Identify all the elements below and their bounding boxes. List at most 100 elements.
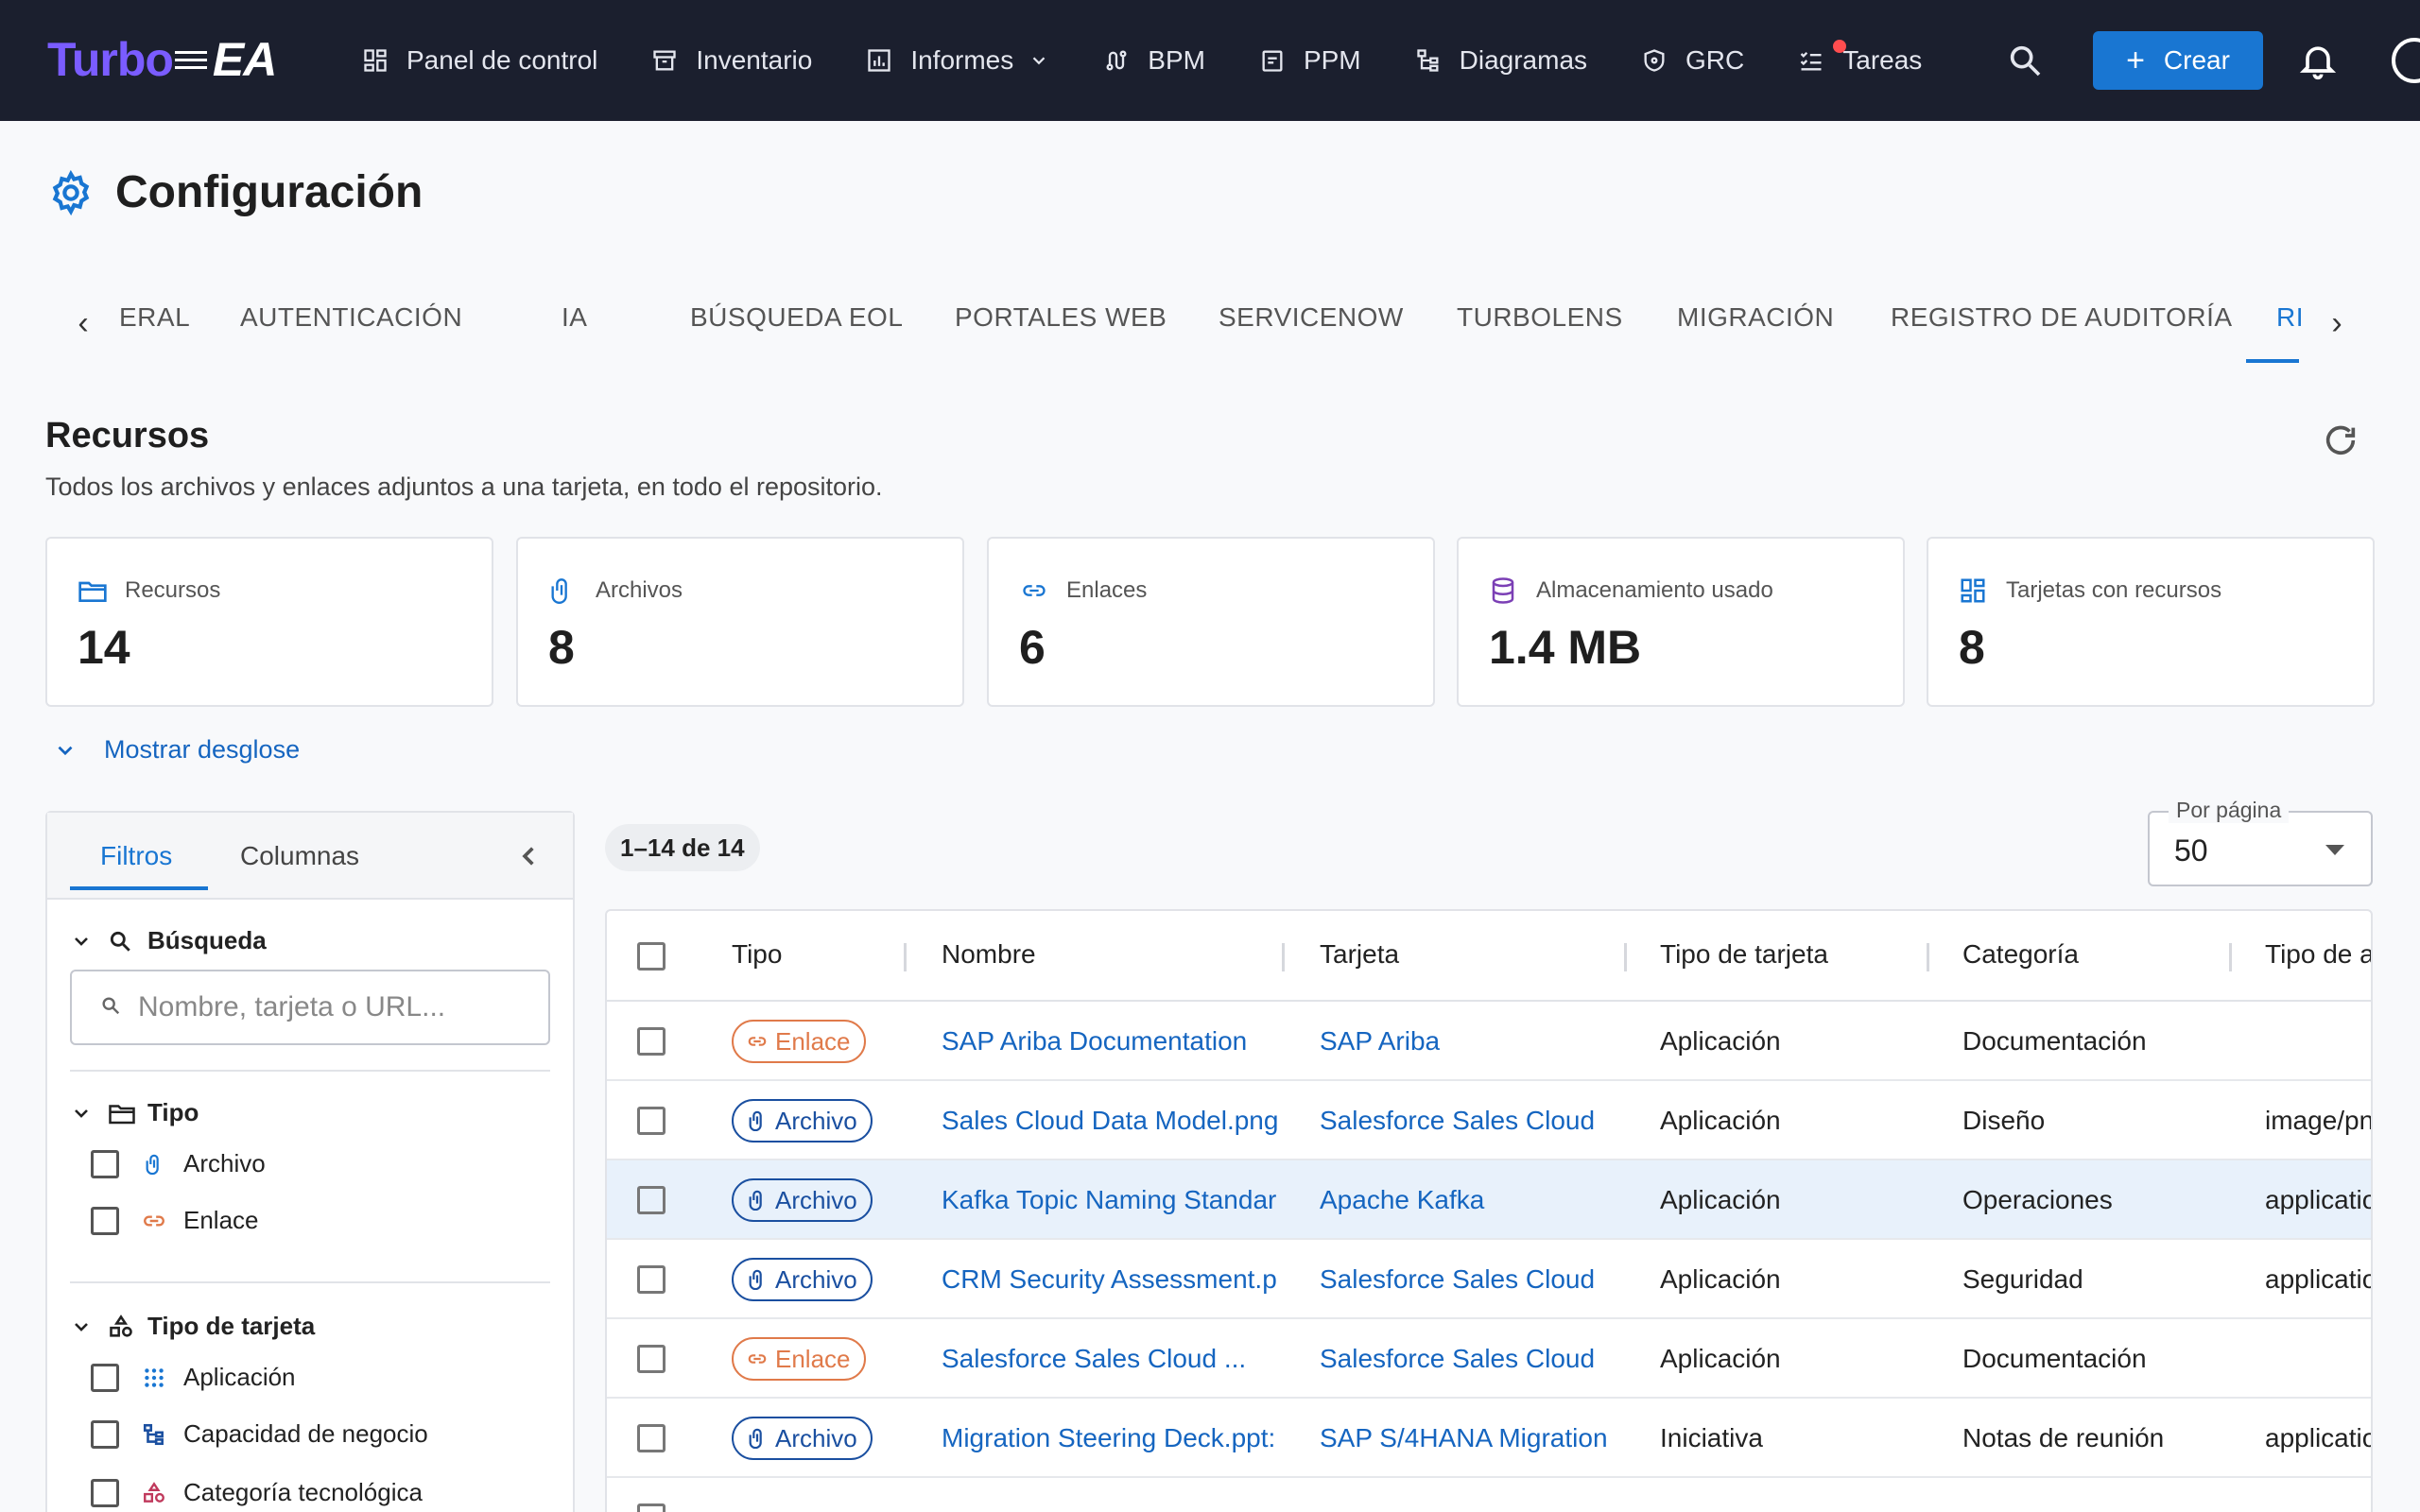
column-resize-handle[interactable]: [1282, 943, 1285, 971]
column-header-tipo-de-archivo[interactable]: Tipo de a: [2265, 939, 2371, 970]
create-button[interactable]: + Crear: [2093, 31, 2263, 90]
mime-cell: applicatio: [2265, 1264, 2373, 1294]
tab-autenticacion[interactable]: AUTENTICACIÓN: [240, 302, 462, 333]
resource-name-link[interactable]: CRM Security Assessment.p: [942, 1240, 1282, 1319]
tab-general[interactable]: ERAL: [119, 302, 190, 333]
table-row[interactable]: Archivo CRM Security Assessment.p Salesf…: [607, 1240, 2371, 1319]
search-field[interactable]: [70, 970, 550, 1045]
hierarchy-icon: [1414, 46, 1443, 75]
tab-turbolens[interactable]: TURBOLENS: [1457, 302, 1623, 333]
stat-value: 8: [1959, 621, 1985, 674]
checkbox[interactable]: [91, 1206, 119, 1235]
resource-name-link[interactable]: Salesforce Sales Cloud ...: [942, 1319, 1282, 1399]
table-row[interactable]: [607, 1478, 2371, 1512]
search-input[interactable]: [138, 991, 516, 1023]
per-page-select[interactable]: Por página 50: [2148, 798, 2373, 886]
tab-registro-de-auditoria[interactable]: REGISTRO DE AUDITORÍA: [1891, 302, 2233, 333]
card-link[interactable]: SAP Ariba: [1320, 1002, 1622, 1081]
stat-label: Recursos: [125, 577, 221, 603]
type-section-header[interactable]: Tipo: [70, 1098, 199, 1127]
card-link[interactable]: Apache Kafka: [1320, 1160, 1622, 1240]
resource-name-link[interactable]: SAP Ariba Documentation: [942, 1002, 1282, 1081]
select-all-checkbox[interactable]: [637, 942, 666, 971]
card-link[interactable]: Salesforce Sales Cloud: [1320, 1319, 1622, 1399]
active-tab-indicator: [70, 886, 208, 890]
table-row[interactable]: Archivo Kafka Topic Naming Standar Apach…: [607, 1160, 2371, 1240]
nav-panel-de-control[interactable]: Panel de control: [361, 45, 597, 76]
logo-text-turbo: Turbo: [47, 33, 174, 86]
column-resize-handle[interactable]: [1927, 943, 1929, 971]
refresh-icon[interactable]: [2322, 421, 2360, 459]
row-checkbox[interactable]: [637, 1503, 666, 1512]
tab-columnas[interactable]: Columnas: [240, 841, 359, 871]
app-logo[interactable]: Turbo EA: [47, 32, 277, 87]
card-link[interactable]: SAP S/4HANA Migration: [1320, 1399, 1622, 1478]
table-row[interactable]: Archivo Sales Cloud Data Model.png Sales…: [607, 1081, 2371, 1160]
stat-label: Tarjetas con recursos: [2006, 577, 2222, 603]
tabs-scroll-left-icon[interactable]: ‹: [64, 304, 102, 342]
tabs-scroll-right-icon[interactable]: ›: [2318, 304, 2356, 342]
row-checkbox[interactable]: [637, 1265, 666, 1294]
column-resize-handle[interactable]: [2229, 943, 2232, 971]
filter-option-archivo[interactable]: Archivo: [91, 1149, 266, 1178]
nav-bpm[interactable]: BPM: [1102, 45, 1205, 76]
nav-label: GRC: [1685, 45, 1745, 75]
tab-portales-web[interactable]: PORTALES WEB: [955, 302, 1167, 333]
nav-informes[interactable]: Informes: [865, 45, 1049, 76]
column-header-categoria[interactable]: Categoría: [1962, 939, 2079, 970]
card-link[interactable]: Salesforce Sales Cloud: [1320, 1081, 1622, 1160]
nav-label: PPM: [1303, 45, 1361, 75]
link-icon: [1019, 576, 1051, 605]
gear-icon: [47, 169, 95, 216]
column-resize-handle[interactable]: [1624, 943, 1627, 971]
paperclip-icon: [548, 576, 580, 605]
search-icon[interactable]: [2006, 42, 2044, 79]
checkbox[interactable]: [91, 1478, 119, 1507]
nav-ppm[interactable]: PPM: [1258, 45, 1361, 76]
column-header-tipo[interactable]: Tipo: [732, 939, 782, 970]
checkbox[interactable]: [91, 1363, 119, 1392]
paperclip-icon: [747, 1428, 768, 1449]
tab-migracion[interactable]: MIGRACIÓN: [1677, 302, 1834, 333]
tab-servicenow[interactable]: SERVICENOW: [1219, 302, 1404, 333]
collapse-panel-icon[interactable]: [510, 837, 548, 875]
filter-option-categoria[interactable]: Categoría tecnológica: [91, 1478, 423, 1507]
plus-icon: +: [2126, 43, 2145, 78]
card-type-cell: Aplicación: [1660, 1264, 1781, 1294]
nav-diagramas[interactable]: Diagramas: [1414, 45, 1587, 76]
filter-option-enlace[interactable]: Enlace: [91, 1206, 259, 1235]
column-header-nombre[interactable]: Nombre: [942, 939, 1036, 970]
resource-name-link[interactable]: Migration Steering Deck.ppt:: [942, 1399, 1282, 1478]
column-header-tipo-de-tarjeta[interactable]: Tipo de tarjeta: [1660, 939, 1828, 970]
row-checkbox[interactable]: [637, 1345, 666, 1373]
table-row[interactable]: Archivo Migration Steering Deck.ppt: SAP…: [607, 1399, 2371, 1478]
filter-option-aplicacion[interactable]: Aplicación: [91, 1363, 296, 1392]
search-section-header[interactable]: Búsqueda: [70, 926, 267, 955]
card-link[interactable]: Salesforce Sales Cloud: [1320, 1240, 1622, 1319]
resource-name-link[interactable]: Sales Cloud Data Model.png: [942, 1081, 1282, 1160]
table-row[interactable]: Enlace SAP Ariba Documentation SAP Ariba…: [607, 1002, 2371, 1081]
column-header-tarjeta[interactable]: Tarjeta: [1320, 939, 1399, 970]
user-avatar[interactable]: [2392, 38, 2420, 83]
nav-inventario[interactable]: Inventario: [650, 45, 812, 76]
nav-tareas[interactable]: Tareas: [1797, 40, 1922, 76]
tab-recursos[interactable]: RI: [2276, 302, 2304, 333]
table-row[interactable]: Enlace Salesforce Sales Cloud ... Salesf…: [607, 1319, 2371, 1399]
column-resize-handle[interactable]: [904, 943, 907, 971]
filter-option-capacidad[interactable]: Capacidad de negocio: [91, 1419, 428, 1449]
nav-grc[interactable]: GRC: [1640, 45, 1744, 76]
show-breakdown-toggle[interactable]: Mostrar desglose: [53, 735, 300, 765]
resource-name-link[interactable]: Kafka Topic Naming Standar: [942, 1160, 1282, 1240]
tab-filtros[interactable]: Filtros: [100, 841, 172, 871]
checkbox[interactable]: [91, 1149, 119, 1178]
tab-busqueda-eol[interactable]: BÚSQUEDA EOL: [690, 302, 903, 333]
checkbox[interactable]: [91, 1419, 119, 1449]
row-checkbox[interactable]: [637, 1186, 666, 1214]
row-checkbox[interactable]: [637, 1027, 666, 1056]
chip-label: Enlace: [775, 1026, 851, 1056]
tab-ia[interactable]: IA: [562, 302, 587, 333]
row-checkbox[interactable]: [637, 1107, 666, 1135]
bell-icon[interactable]: [2297, 40, 2339, 81]
row-checkbox[interactable]: [637, 1424, 666, 1452]
card-type-section-header[interactable]: Tipo de tarjeta: [70, 1312, 315, 1341]
